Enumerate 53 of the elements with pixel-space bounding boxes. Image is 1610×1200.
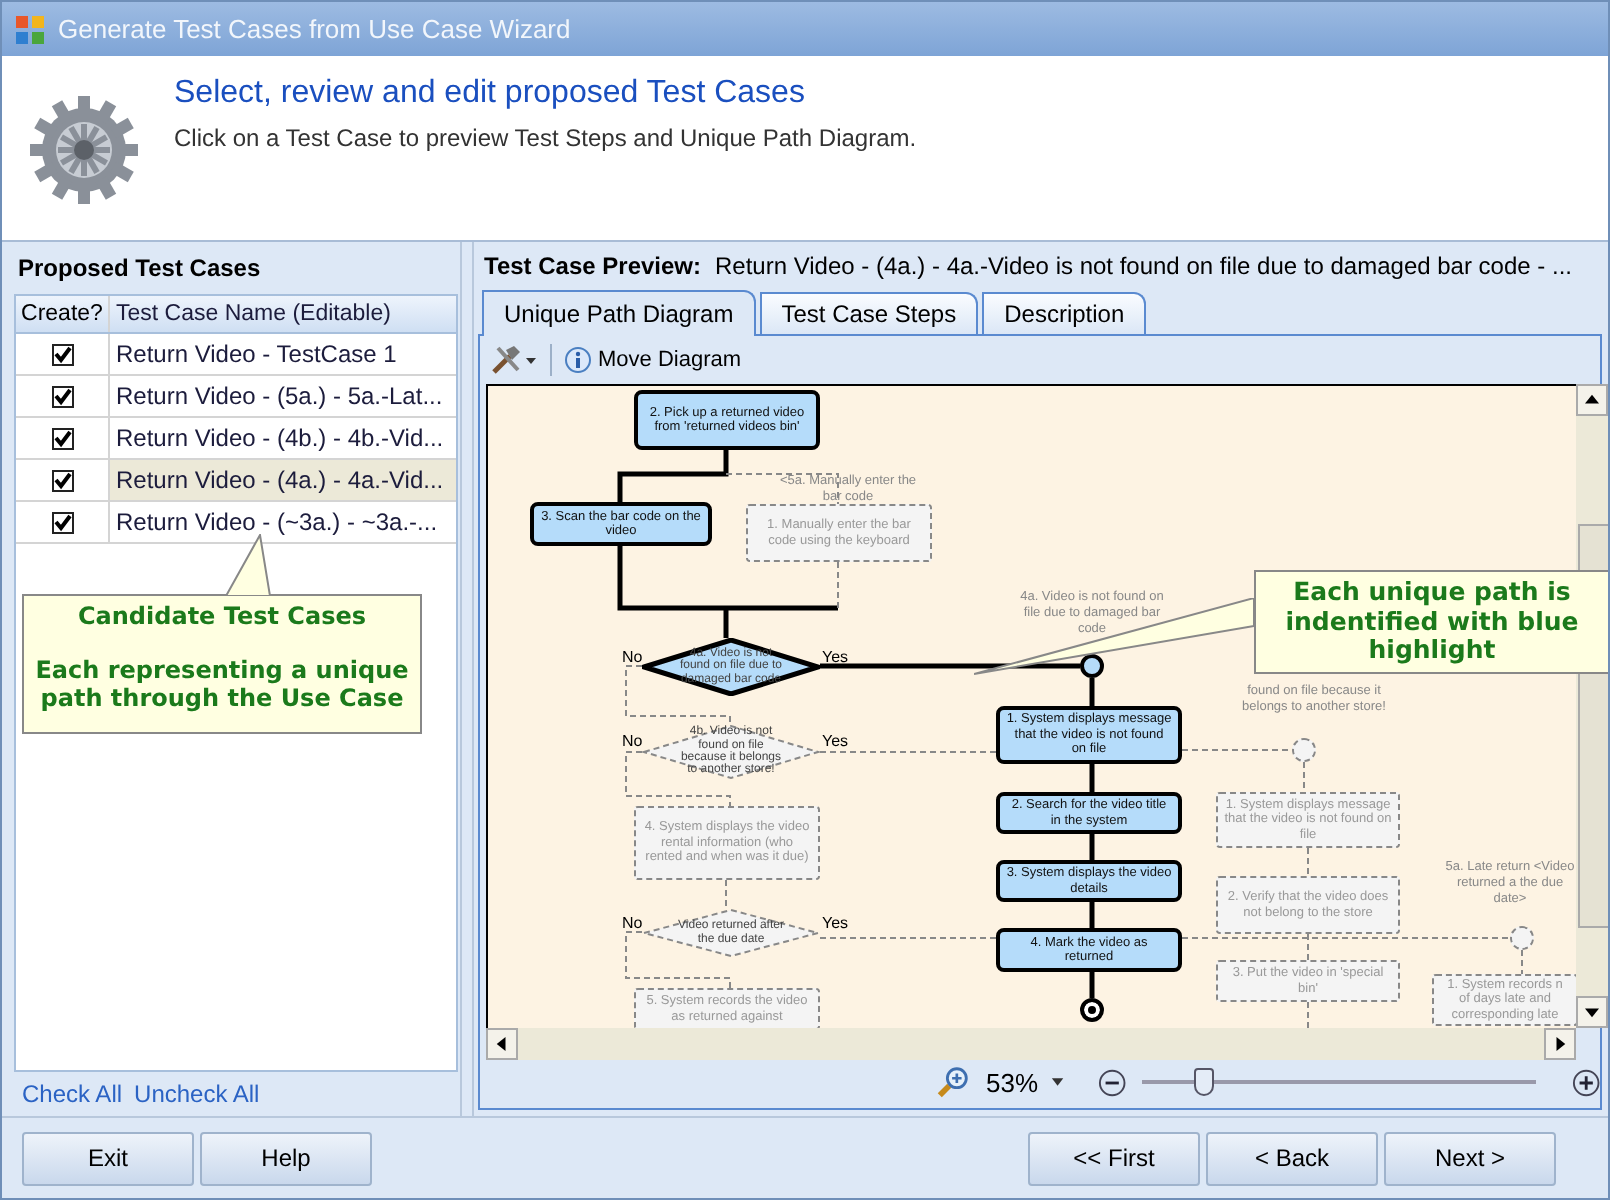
zoom-value[interactable]: 53% xyxy=(986,1067,1039,1097)
zoom-in-button[interactable] xyxy=(1571,1067,1600,1097)
zoom-out-button[interactable] xyxy=(1097,1067,1126,1097)
slider-thumb[interactable] xyxy=(1194,1068,1215,1096)
zoom-icon[interactable] xyxy=(936,1064,971,1100)
checkbox[interactable] xyxy=(51,427,73,449)
test-case-name-cell[interactable]: Return Video - (~3a.) - ~3a.-... xyxy=(110,502,456,542)
wizard-button[interactable]: < Back xyxy=(1206,1131,1378,1185)
horizontal-scrollbar[interactable] xyxy=(486,1028,1576,1060)
test-case-name-cell[interactable]: Return Video - (4a.) - 4a.-Vid... xyxy=(110,460,456,500)
column-header: Test Case Name (Editable) xyxy=(114,300,393,330)
branch-label: No xyxy=(622,732,643,750)
page-heading: Select, review and edit proposed Test Cases xyxy=(174,76,807,112)
link[interactable]: Check All xyxy=(22,1080,123,1108)
test-case-name-cell[interactable]: Return Video - (5a.) - 5a.-Lat... xyxy=(110,376,456,416)
page-subtitle: Click on a Test Case to preview Test Steps and Unique Path Diagram. xyxy=(174,124,917,152)
tab[interactable]: Unique Path Diagram xyxy=(482,290,756,336)
branch-label: Yes xyxy=(822,913,849,931)
checkbox[interactable] xyxy=(51,469,73,491)
move-diagram-button[interactable]: Move Diagram xyxy=(564,346,742,374)
wizard-button[interactable]: Next > xyxy=(1384,1131,1556,1185)
scroll-left-icon[interactable] xyxy=(486,1028,518,1060)
window-title: Generate Test Cases from Use Case Wizard xyxy=(58,14,571,44)
column-header: Create? xyxy=(16,296,110,332)
tools-icon[interactable] xyxy=(490,344,538,376)
test-case-name-cell[interactable]: Return Video - TestCase 1 xyxy=(110,334,456,374)
caret-icon[interactable] xyxy=(1050,1076,1066,1088)
branch-label: Yes xyxy=(822,732,849,750)
scroll-up-icon[interactable] xyxy=(1576,384,1608,416)
checkbox[interactable] xyxy=(51,385,73,407)
checkbox[interactable] xyxy=(51,511,73,533)
scroll-down-icon[interactable] xyxy=(1576,996,1608,1028)
wizard-button[interactable]: Help xyxy=(200,1131,372,1185)
checkbox[interactable] xyxy=(51,343,73,365)
wizard-button[interactable]: Exit xyxy=(22,1131,194,1185)
callout-text: Each unique path is indentified with blue highlight xyxy=(1283,578,1581,666)
scroll-right-icon[interactable] xyxy=(1544,1028,1576,1060)
info-icon xyxy=(564,346,592,374)
tab[interactable]: Description xyxy=(982,292,1147,334)
branch-label: No xyxy=(622,647,643,665)
link[interactable]: Uncheck All xyxy=(134,1080,260,1108)
preview-label: Test Case Preview: xyxy=(484,252,701,280)
test-case-name-cell[interactable]: Return Video - (4b.) - 4b.-Vid... xyxy=(110,418,456,458)
wizard-button[interactable]: << First xyxy=(1028,1131,1200,1185)
callout-text: Each representing a unique path through the Use Case xyxy=(33,658,411,714)
panel-title: Proposed Test Cases xyxy=(16,252,263,286)
branch-label: No xyxy=(622,913,643,931)
app-icon xyxy=(14,13,46,45)
tab[interactable]: Test Case Steps xyxy=(759,292,979,334)
callout-title: Candidate Test Cases xyxy=(75,602,368,630)
preview-value: Return Video - (4a.) - 4a.-Video is not found on file due to damaged bar code - ... xyxy=(715,252,1572,280)
gear-icon xyxy=(26,92,142,208)
branch-label: Yes xyxy=(822,647,849,665)
